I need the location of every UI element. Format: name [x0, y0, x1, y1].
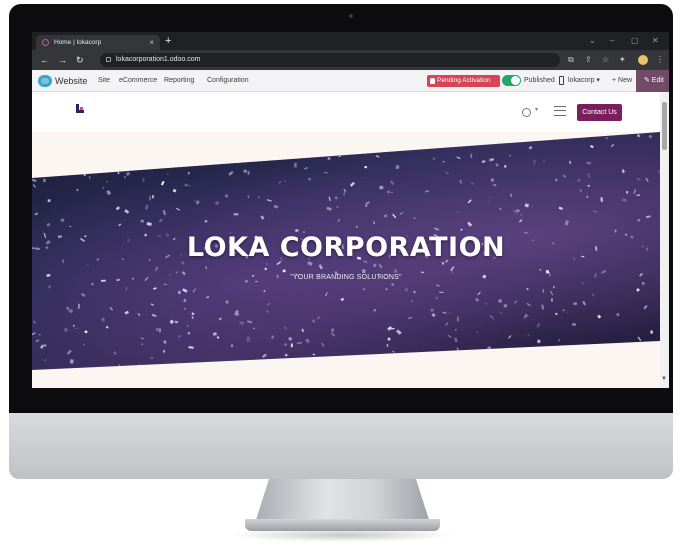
app-title[interactable]: Website — [55, 70, 87, 92]
tab-title: Home | lokacorp — [54, 39, 102, 46]
share-icon[interactable]: ⇪ — [585, 53, 592, 67]
camera-dot — [349, 14, 353, 18]
website-selector[interactable]: lokacorp ▾ — [568, 70, 600, 92]
hero-section: LOKA CORPORATION "YOUR BRANDING SOLUTION… — [32, 132, 660, 388]
menu-reporting[interactable]: Reporting — [164, 70, 194, 92]
new-button[interactable]: + New — [612, 70, 632, 92]
browser-tab-bar: Home | lokacorp × + ⌄ – ▢ ✕ — [32, 32, 669, 50]
address-bar[interactable]: lokacorporation1.odoo.com — [100, 53, 560, 67]
menu-ecommerce[interactable]: eCommerce — [119, 70, 157, 92]
hero-title: LOKA CORPORATION — [186, 232, 506, 263]
tab-search-icon[interactable]: ⌄ — [589, 34, 596, 48]
browser-toolbar: ← → ↻ lokacorporation1.odoo.com ⧉ ⇪ ☆ ✦ … — [32, 50, 669, 70]
monitor-foot — [245, 519, 440, 531]
edit-button[interactable]: ✎ Edit — [636, 70, 669, 92]
website-header: ▾ Contact Us — [32, 92, 660, 132]
odoo-apps-icon[interactable] — [38, 75, 52, 87]
new-tab-button[interactable]: + — [165, 34, 171, 48]
screen: Home | lokacorp × + ⌄ – ▢ ✕ ← → ↻ lokaco… — [32, 32, 669, 388]
loka-logo[interactable] — [76, 104, 84, 114]
minimize-button[interactable]: – — [610, 34, 614, 48]
bell-icon — [430, 78, 435, 84]
browser-menu-icon[interactable]: ⋮ — [656, 53, 664, 67]
contact-us-button[interactable]: Contact Us — [577, 104, 622, 121]
monitor-stand — [255, 479, 430, 523]
close-tab-icon[interactable]: × — [149, 35, 154, 50]
scrollbar-thumb[interactable] — [662, 102, 667, 150]
pending-label: Pending Activation — [437, 77, 491, 84]
monitor-mockup: Home | lokacorp × + ⌄ – ▢ ✕ ← → ↻ lokaco… — [0, 0, 683, 558]
back-arrow-icon[interactable]: ← — [40, 53, 49, 67]
maximize-button[interactable]: ▢ — [631, 34, 639, 48]
menu-site[interactable]: Site — [98, 70, 110, 92]
hero-subtitle: "YOUR BRANDING SOLUTIONS" — [290, 274, 402, 281]
odoo-admin-bar: Website Site eCommerce Reporting Configu… — [32, 70, 669, 92]
extensions-icon[interactable]: ✦ — [619, 53, 626, 67]
pending-activation-button[interactable]: Pending Activation — [427, 75, 500, 87]
profile-avatar[interactable] — [638, 55, 648, 65]
mobile-preview-icon[interactable] — [559, 76, 564, 85]
menu-configuration[interactable]: Configuration — [207, 70, 249, 92]
hero-background: LOKA CORPORATION "YOUR BRANDING SOLUTION… — [32, 132, 660, 370]
hamburger-menu-icon[interactable] — [554, 106, 566, 116]
reload-icon[interactable]: ↻ — [76, 53, 84, 67]
odoo-favicon-icon — [42, 39, 49, 46]
close-window-button[interactable]: ✕ — [652, 34, 659, 48]
install-app-icon[interactable]: ⧉ — [568, 53, 574, 67]
scroll-down-arrow-icon[interactable]: ▼ — [661, 376, 667, 382]
monitor-chin — [9, 413, 673, 479]
browser-tab[interactable]: Home | lokacorp × — [36, 35, 160, 50]
lock-icon — [106, 57, 111, 62]
toggle-knob — [511, 76, 520, 85]
chevron-down-icon[interactable]: ▾ — [535, 103, 538, 117]
bookmark-star-icon[interactable]: ☆ — [602, 53, 609, 67]
url-text: lokacorporation1.odoo.com — [116, 56, 201, 63]
forward-arrow-icon[interactable]: → — [58, 53, 67, 67]
user-account-icon[interactable] — [522, 108, 531, 117]
publish-toggle[interactable] — [502, 75, 521, 86]
published-label: Published — [524, 77, 555, 84]
